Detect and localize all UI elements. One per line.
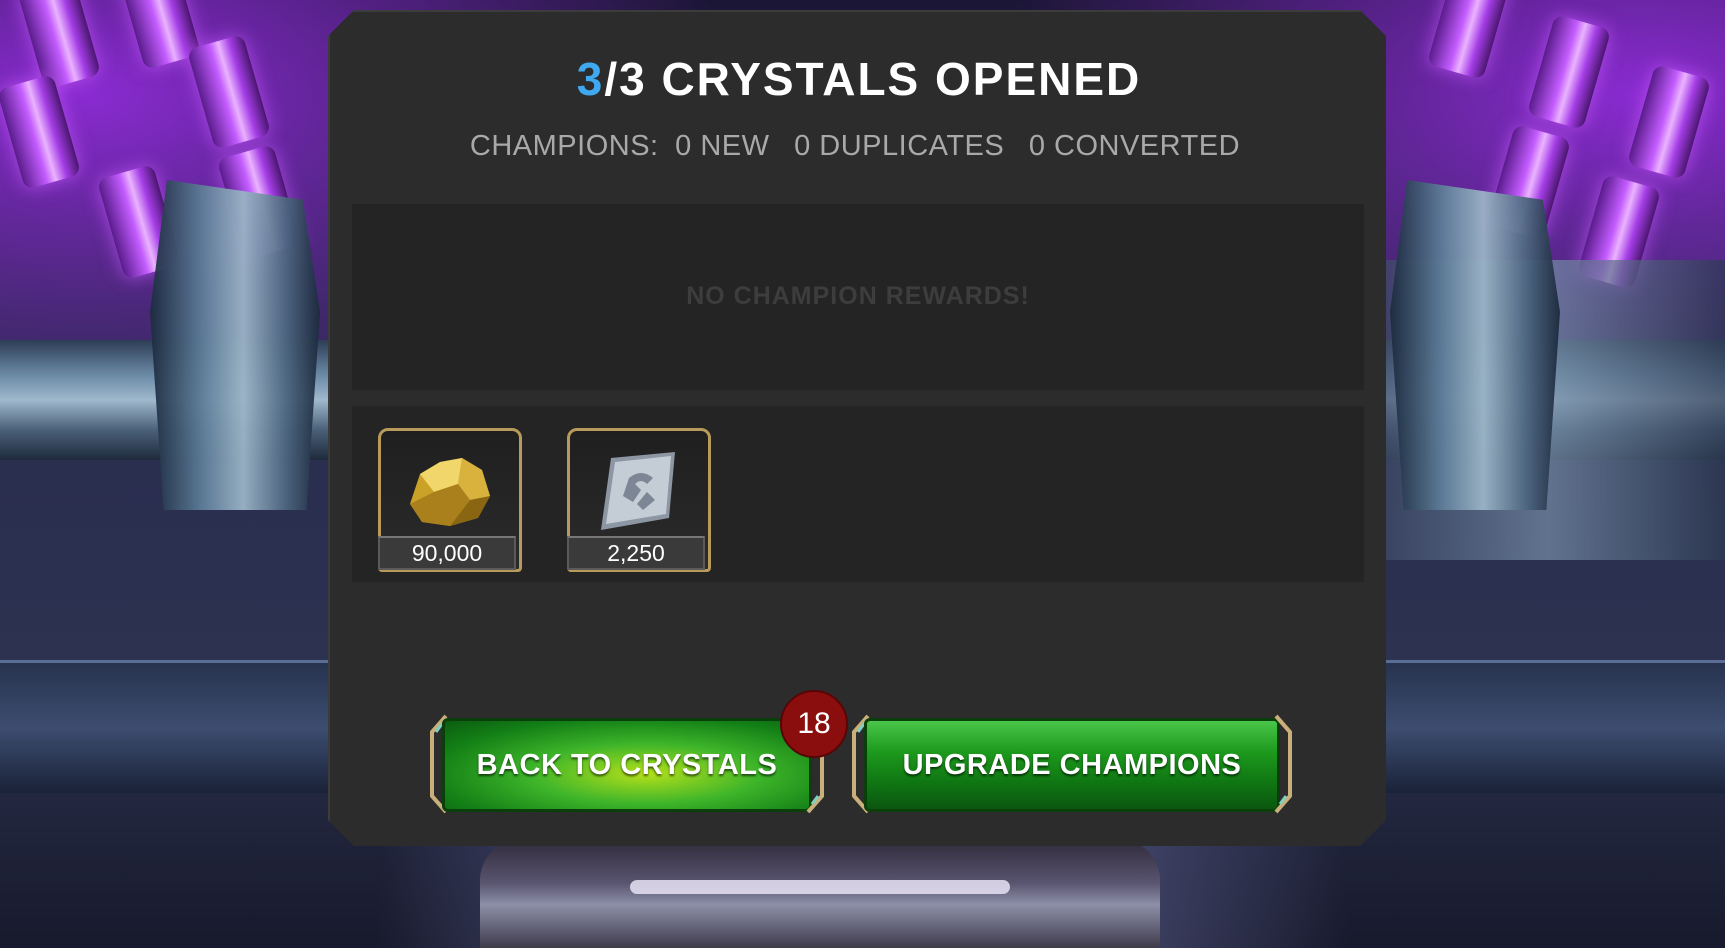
background-crystal [16, 0, 102, 90]
duplicates-count: 0 [794, 130, 811, 162]
reward-item-iso-8[interactable]: 2,250 [567, 428, 711, 572]
item-rewards-panel: 90,000 2,250 [352, 406, 1364, 582]
opened-count: 3 [576, 53, 605, 105]
background-crystal [186, 34, 272, 150]
back-to-crystals-label: BACK TO CRYSTALS [476, 748, 778, 781]
background-pedestal [480, 840, 1160, 948]
title-text: /3 CRYSTALS OPENED [604, 53, 1142, 105]
background-crystal [0, 74, 82, 190]
upgrade-champions-button[interactable]: UPGRADE CHAMPIONS [850, 714, 1294, 814]
reward-item-gold[interactable]: 90,000 [378, 428, 522, 572]
summary-label: CHAMPIONS: [469, 130, 659, 162]
background-pillar [1390, 180, 1560, 510]
crystal-results-modal: 3/3 CRYSTALS OPENED CHAMPIONS: 0 NEW 0 D… [328, 10, 1386, 846]
reward-quantity: 90,000 [378, 536, 516, 570]
new-label: NEW [700, 130, 770, 162]
new-count: 0 [675, 130, 692, 162]
champion-rewards-panel: NO CHAMPION REWARDS! [352, 204, 1364, 390]
back-to-crystals-button[interactable]: BACK TO CRYSTALS [428, 714, 826, 814]
notification-badge: 18 [780, 690, 848, 758]
page-title: 3/3 CRYSTALS OPENED [330, 52, 1386, 106]
upgrade-champions-label: UPGRADE CHAMPIONS [902, 748, 1242, 781]
background-crystal [1426, 0, 1512, 80]
champion-summary: CHAMPIONS: 0 NEW 0 DUPLICATES 0 CONVERTE… [330, 130, 1386, 163]
background-crystal [1526, 14, 1612, 130]
duplicates-label: DUPLICATES [819, 130, 1005, 162]
converted-label: CONVERTED [1054, 130, 1241, 162]
converted-count: 0 [1028, 130, 1046, 162]
reward-quantity: 2,250 [567, 536, 705, 570]
no-champion-rewards-message: NO CHAMPION REWARDS! [686, 282, 1030, 310]
background-crystal [1626, 64, 1712, 180]
button-bracket-right [1274, 714, 1292, 814]
iso-8-icon [601, 452, 675, 530]
background-pillar [150, 180, 320, 510]
gold-icon [410, 458, 490, 526]
